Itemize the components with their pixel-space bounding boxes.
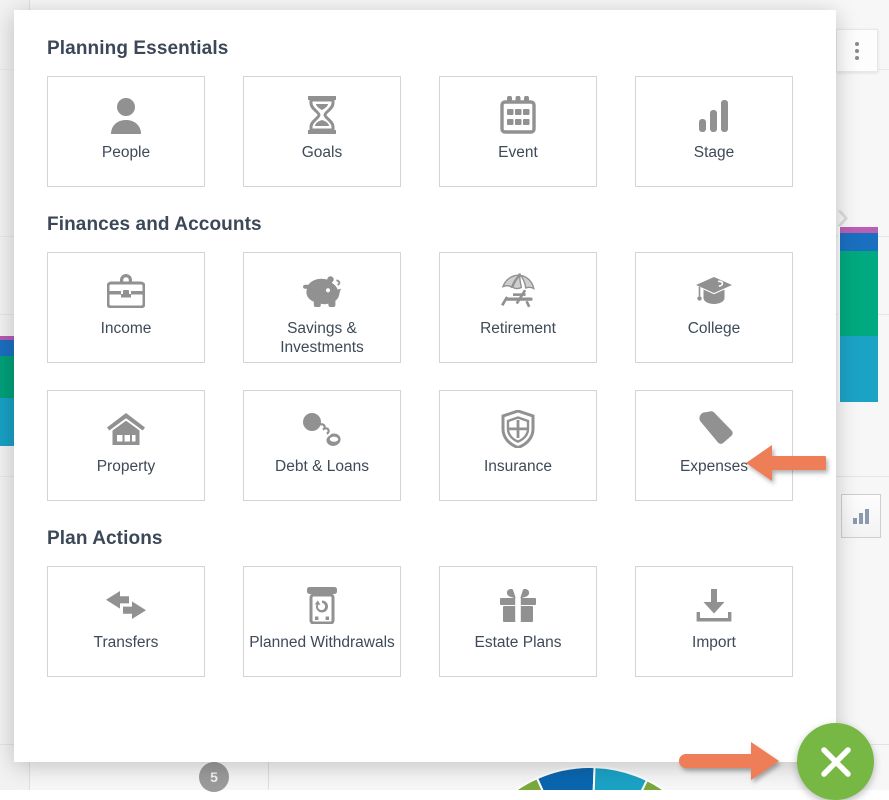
gift-box-icon — [499, 584, 537, 626]
card-goals[interactable]: Goals — [243, 76, 401, 187]
card-label: Stage — [690, 143, 739, 162]
card-college[interactable]: College — [635, 252, 793, 363]
card-label: Transfers — [90, 633, 163, 652]
card-label: Property — [93, 457, 160, 476]
card-property[interactable]: Property — [47, 390, 205, 501]
piggy-bank-icon — [302, 270, 342, 312]
more-vertical-dots — [855, 42, 859, 60]
shield-icon — [501, 408, 535, 450]
card-label: Expenses — [676, 457, 752, 476]
card-label: Retirement — [476, 319, 560, 338]
briefcase-icon — [107, 270, 145, 312]
card-label: Savings & Investments — [244, 319, 400, 357]
bar-chart-icon — [697, 94, 731, 136]
card-label: Income — [97, 319, 156, 338]
calendar-icon — [500, 94, 536, 136]
card-label: Debt & Loans — [271, 457, 373, 476]
card-label: Event — [494, 143, 542, 162]
card-planned-withdrawals[interactable]: Planned Withdrawals — [243, 566, 401, 677]
person-icon — [108, 94, 144, 136]
card-transfers[interactable]: Transfers — [47, 566, 205, 677]
background-stacked-bar-right — [838, 227, 878, 402]
card-label: Goals — [298, 143, 347, 162]
atm-withdrawal-icon — [305, 584, 339, 626]
chevron-right-icon[interactable]: › — [836, 198, 866, 238]
section-title-plan-actions: Plan Actions — [47, 528, 803, 550]
card-label: Insurance — [480, 457, 556, 476]
card-label: Import — [688, 633, 740, 652]
arrow-pointing-to-expenses — [746, 443, 826, 483]
card-import[interactable]: Import — [635, 566, 793, 677]
grid-row-spacer — [635, 363, 793, 390]
card-label: People — [98, 143, 154, 162]
card-debt-loans[interactable]: Debt & Loans — [243, 390, 401, 501]
card-event[interactable]: Event — [439, 76, 597, 187]
card-income[interactable]: Income — [47, 252, 205, 363]
section-title-planning-essentials: Planning Essentials — [47, 38, 803, 60]
stacked-bar-segment — [840, 336, 878, 402]
card-grid-plan-actions: Transfers Planned Withdrawals Estate Plans… — [47, 566, 803, 677]
bar-chart-icon — [853, 509, 869, 524]
hourglass-icon — [306, 94, 338, 136]
card-people[interactable]: People — [47, 76, 205, 187]
close-x-icon — [816, 742, 856, 782]
card-label: College — [684, 319, 745, 338]
grid-row-spacer — [47, 363, 205, 390]
stacked-bar-segment — [840, 251, 878, 336]
card-retirement[interactable]: Retirement — [439, 252, 597, 363]
price-tag-icon — [694, 408, 734, 450]
add-item-dialog: Planning Essentials People Goals Event Stag… — [14, 10, 836, 762]
house-icon — [106, 408, 146, 450]
card-label: Planned Withdrawals — [245, 633, 399, 652]
card-estate-plans[interactable]: Estate Plans — [439, 566, 597, 677]
card-stage[interactable]: Stage — [635, 76, 793, 187]
more-vertical-icon[interactable] — [836, 29, 878, 72]
close-dialog-button[interactable] — [797, 723, 874, 800]
grid-row-spacer — [439, 363, 597, 390]
download-arrow-icon — [696, 584, 732, 626]
card-label: Estate Plans — [470, 633, 565, 652]
card-grid-planning-essentials: People Goals Event Stage — [47, 76, 803, 187]
card-grid-finances-and-accounts: Income Savings & Investments Retirement Col… — [47, 252, 803, 501]
beach-umbrella-chair-icon — [497, 270, 539, 312]
pie-slice — [590, 767, 647, 790]
card-savings-investments[interactable]: Savings & Investments — [243, 252, 401, 363]
ball-and-chain-icon — [301, 408, 343, 450]
graduation-cap-icon — [694, 270, 734, 312]
page-badge[interactable]: 5 — [199, 762, 229, 792]
arrow-pointing-to-close-button — [679, 740, 779, 782]
pie-slice — [537, 767, 594, 790]
bar-chart-icon-button[interactable] — [841, 494, 881, 538]
grid-row-spacer — [243, 363, 401, 390]
section-title-finances-and-accounts: Finances and Accounts — [47, 214, 803, 236]
card-insurance[interactable]: Insurance — [439, 390, 597, 501]
exchange-arrows-icon — [105, 584, 147, 626]
